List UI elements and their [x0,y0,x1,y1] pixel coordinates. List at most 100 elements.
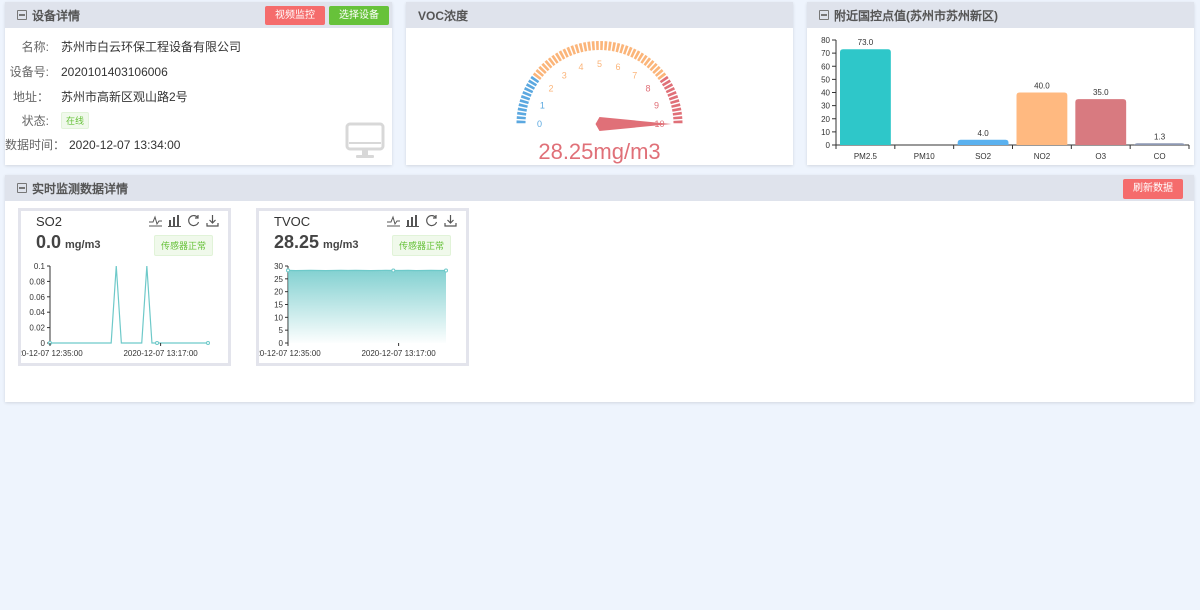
voc-reading: 28.25mg/m3 [538,139,661,164]
x-tick-label: 20-12-07 12:35:00 [259,349,321,358]
gauge-tick-label: 9 [654,100,659,110]
sensor-unit: mg/m3 [65,239,101,251]
monitor-icon [345,122,385,158]
gauge-arc-segment [519,99,529,105]
gauge-arc-segment [672,107,682,112]
gauge-arc-segment [611,42,616,52]
device-panel: 设备详情 视频监控 选择设备 名称: 苏州市白云环保工程设备有限公司 设备号: … [5,2,392,165]
bar [957,139,1009,145]
panel-icon [17,183,27,193]
gauge-arc-segment [516,120,526,124]
y-tick-label: 25 [274,275,283,284]
info-label: 名称: [21,40,49,54]
gauge-arc-segment [600,41,604,51]
gauge-tick-label: 0 [537,119,542,129]
gauge-tick-label: 5 [597,59,602,69]
bar-chart-icon[interactable] [406,214,419,227]
bar [1016,92,1068,145]
sensor-value-number: 0.0 [36,232,62,252]
sensor-status-badge: 传感器正常 [391,235,451,256]
y-tick-label: 5 [279,326,284,335]
x-tick-label: SO2 [975,152,992,161]
panel-icon [819,10,829,20]
refresh-data-button[interactable]: 刷新数据 [1123,179,1183,199]
gauge-arc-segment [672,111,682,116]
card-toolbar [387,214,457,227]
gauge-tick-label: 7 [632,70,637,80]
bar [1134,143,1185,147]
refresh-icon[interactable] [187,214,200,227]
bar-data-label: 4.0 [978,129,990,138]
x-tick-label: CO [1154,152,1166,161]
gauge-arc-segment [604,41,608,51]
sensor-value: 0.0 mg/m3 [36,232,101,253]
x-tick-label: O3 [1095,152,1106,161]
gauge-arc-segment [574,44,580,54]
gauge-arc-segment [615,42,621,53]
sensor-value-number: 28.25 [274,232,320,252]
panel-icon [17,10,27,20]
y-tick-label: 20 [274,288,283,297]
device-id: 2020101403106006 [61,64,168,79]
x-tick-label: 2020-12-07 13:17:00 [361,349,436,358]
y-tick-label: 0.1 [34,262,46,271]
gauge-arc-segment [673,116,683,120]
info-label: 地址： [12,90,49,104]
data-point [444,268,448,273]
area-fill [288,270,446,343]
bar [1075,99,1127,145]
gauge-tick-label: 4 [578,62,583,72]
gauge-arc-segment [671,103,681,108]
voc-panel-header: VOC浓度 [406,2,793,28]
y-tick-label: 30 [821,102,830,111]
y-tick-label: 0.02 [29,324,45,333]
y-tick-label: 40 [821,89,830,98]
bar-data-label: 1.3 [1154,132,1166,141]
gauge-tick-label: 3 [562,70,567,80]
bar-data-label: 73.0 [858,38,874,47]
x-tick-label: PM10 [914,152,935,161]
nearby-panel-header: 附近国控点值(苏州市苏州新区) [807,2,1194,28]
device-panel-title: 设备详情 [32,8,81,23]
card-toolbar [149,214,219,227]
gauge-tick-label: 8 [646,84,651,94]
refresh-icon[interactable] [425,214,438,227]
bar-chart-icon[interactable] [168,214,181,227]
y-tick-label: 50 [821,75,830,84]
x-tick-label: 20-12-07 12:35:00 [21,349,83,358]
info-label: 设备号: [9,65,49,79]
y-tick-label: 20 [821,115,830,124]
bar-data-label: 35.0 [1093,88,1109,97]
line-chart-icon[interactable] [387,214,400,227]
select-device-button[interactable]: 选择设备 [329,6,389,25]
y-tick-label: 30 [274,262,283,271]
data-point [391,268,396,273]
sensor-value: 28.25 mg/m3 [274,232,359,253]
gauge-arc-segment [517,107,527,112]
device-address: 苏州市高新区观山路2号 [61,90,188,104]
y-tick-label: 80 [821,36,830,45]
info-row-status: 状态: 在线 [5,112,90,129]
gauge-arc-segment [518,103,528,108]
line-chart-icon[interactable] [149,214,162,227]
download-icon[interactable] [444,214,457,227]
bar-data-label: 40.0 [1034,82,1050,91]
download-icon[interactable] [206,214,219,227]
data-point [206,341,210,345]
data-point [286,268,290,273]
gauge-arc-segment [578,42,584,53]
sensor-name: SO2 [36,214,63,229]
y-tick-label: 0 [826,141,831,150]
gauge-tick-label: 6 [616,62,621,72]
y-tick-label: 60 [821,62,830,71]
x-tick-label: NO2 [1034,152,1051,161]
video-monitor-button[interactable]: 视频监控 [265,6,325,25]
gauge-arc-segment [619,44,625,54]
sensor-name: TVOC [274,214,311,229]
nearby-panel: 附近国控点值(苏州市苏州新区) 0 10 20 30 40 50 60 70 80 73.0 PM2… [807,2,1194,165]
info-label: 数据时间： [5,138,66,152]
gauge-arc-segment [587,41,592,51]
so2-line-chart: 0 0.02 0.04 0.06 0.08 0.1 20-12-07 12:35:00 202… [21,262,210,358]
info-row-time: 数据时间： 2020-12-07 13:34:00 [5,136,180,153]
y-tick-label: 0.06 [29,293,45,302]
